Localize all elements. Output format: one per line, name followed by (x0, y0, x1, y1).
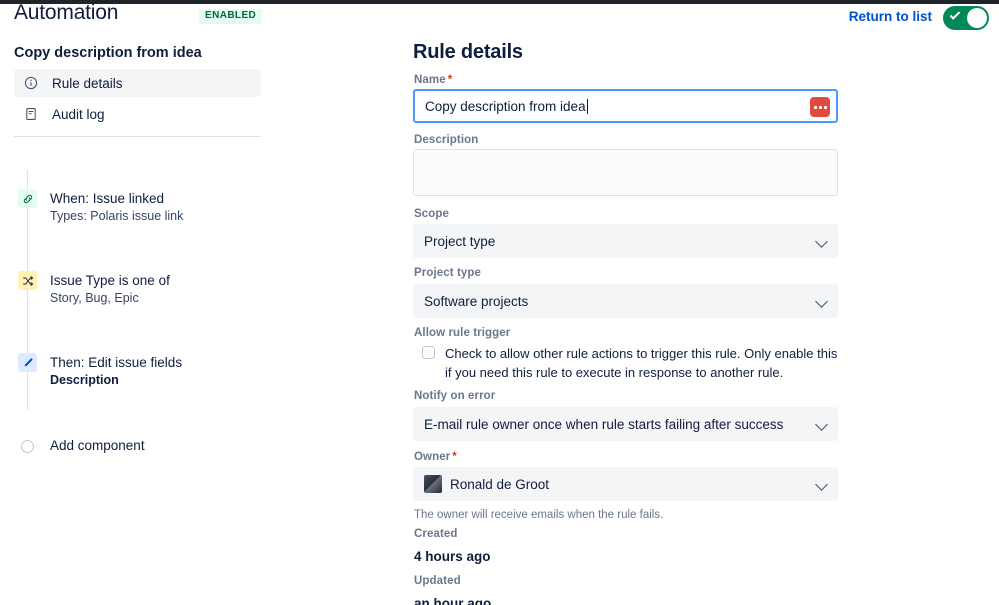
component-title: When: Issue linked (50, 191, 165, 206)
add-component-button[interactable]: Add component (18, 436, 288, 455)
page-title: Automation (14, 1, 119, 24)
component-subtitle: Types: Polaris issue link (50, 209, 184, 223)
panel-title: Rule details (413, 41, 523, 63)
updated-value: an hour ago (414, 596, 492, 605)
rule-details-form: Rule details Name * Copy description from… (405, 36, 999, 605)
component-subtitle: Description (50, 373, 119, 387)
rule-component-condition[interactable]: Issue Type is one of Story, Bug, Epic (18, 271, 288, 307)
owner-select-value: Ronald de Groot (450, 476, 550, 492)
scope-select[interactable]: Project type (413, 224, 838, 258)
created-value: 4 hours ago (414, 549, 491, 564)
allow-rule-trigger-checkbox[interactable] (422, 346, 435, 359)
avatar (424, 475, 442, 493)
toggle-knob (967, 8, 987, 28)
required-marker: * (447, 74, 453, 86)
sidebar: Copy description from idea Rule details … (0, 36, 290, 605)
name-field-label: Name * (414, 74, 452, 86)
scope-select-value: Project type (424, 233, 496, 249)
chevron-down-icon (815, 295, 828, 308)
return-to-list-link[interactable]: Return to list (849, 9, 932, 24)
page-header: Automation ENABLED Return to list (0, 1, 999, 32)
check-icon (949, 9, 961, 20)
owner-field-label: Owner * (414, 451, 457, 463)
owner-helper-text: The owner will receive emails when the r… (414, 509, 664, 521)
created-label: Created (414, 528, 458, 540)
text-caret (586, 98, 588, 114)
notify-on-error-label: Notify on error (414, 390, 496, 402)
allow-rule-trigger-row: Check to allow other rule actions to tri… (413, 344, 838, 382)
automation-rule-details-page: Automation ENABLED Return to list Copy d… (0, 0, 999, 605)
branch-shuffle-icon (18, 271, 37, 290)
status-badge: ENABLED (199, 9, 263, 24)
chevron-down-icon (815, 418, 828, 431)
description-field-label: Description (414, 134, 479, 146)
name-input-value: Copy description from idea (425, 98, 586, 114)
rule-component-trigger[interactable]: When: Issue linked Types: Polaris issue … (18, 189, 288, 225)
chevron-down-icon (815, 235, 828, 248)
circle-outline-icon (21, 440, 34, 453)
project-type-select[interactable]: Software projects (413, 284, 838, 318)
project-type-select-value: Software projects (424, 293, 529, 309)
component-title: Add component (50, 438, 145, 453)
allow-rule-trigger-label: Allow rule trigger (414, 327, 511, 339)
link-icon (18, 189, 37, 208)
description-textarea[interactable] (413, 149, 838, 196)
label-text: Owner (414, 451, 451, 463)
project-type-field-label: Project type (414, 267, 482, 279)
pencil-icon (18, 353, 37, 372)
scope-field-label: Scope (414, 208, 450, 220)
rule-component-tree: When: Issue linked Types: Polaris issue … (0, 36, 290, 605)
updated-label: Updated (414, 575, 461, 587)
notify-on-error-select[interactable]: E-mail rule owner once when rule starts … (413, 407, 838, 441)
password-manager-icon[interactable] (810, 97, 830, 117)
notify-on-error-value: E-mail rule owner once when rule starts … (424, 416, 784, 432)
name-input[interactable]: Copy description from idea (413, 89, 838, 123)
rule-component-action[interactable]: Then: Edit issue fields Description (18, 353, 288, 389)
component-title: Then: Edit issue fields (50, 355, 183, 370)
chevron-down-icon (815, 478, 828, 491)
label-text: Name (414, 74, 446, 86)
rule-enabled-toggle[interactable] (943, 6, 989, 30)
required-marker: * (452, 451, 457, 463)
component-subtitle: Story, Bug, Epic (50, 291, 139, 305)
component-title: Issue Type is one of (50, 273, 170, 288)
allow-rule-trigger-checkbox-label: Check to allow other rule actions to tri… (445, 346, 838, 380)
owner-select[interactable]: Ronald de Groot (413, 467, 838, 501)
